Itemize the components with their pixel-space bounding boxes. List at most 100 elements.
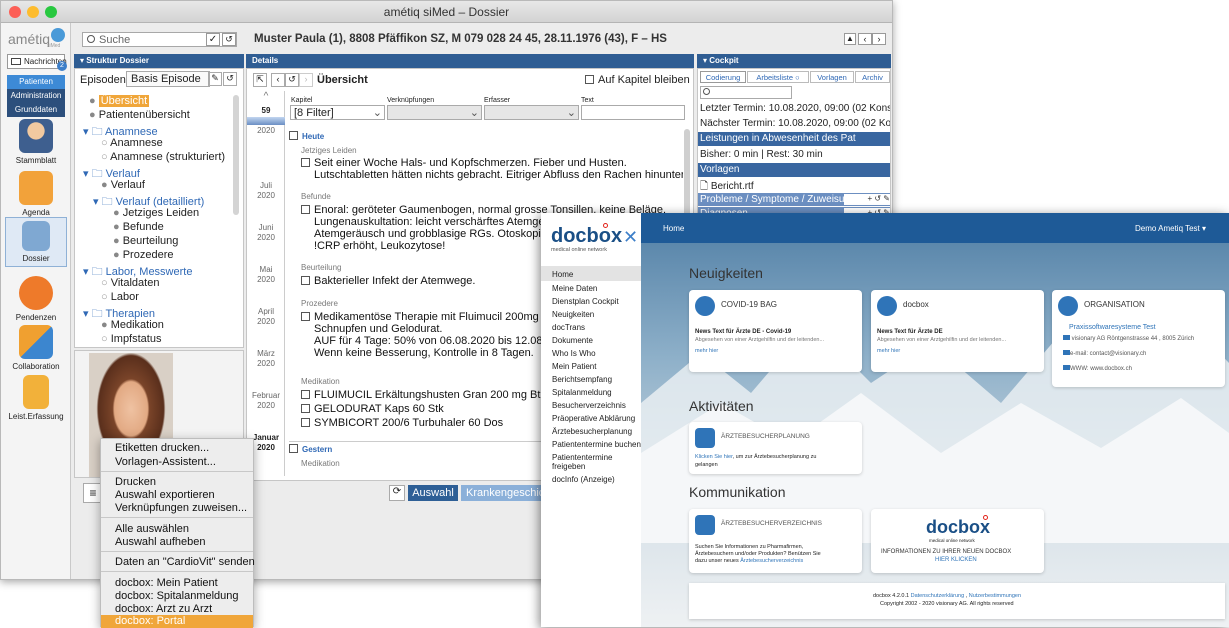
nav-praeop[interactable]: Präoperative Abklärung [552,414,635,423]
history-icon[interactable]: ↺ [222,33,236,46]
tab-patienten[interactable]: Patienten [7,75,65,89]
medical-history-button[interactable]: Krankengeschich [461,485,541,501]
tab-arbeitsliste[interactable]: Arbeitsliste ○ [747,71,809,83]
user-menu[interactable]: Demo Ametiq Test ▾ [1135,224,1206,233]
zoom-window-icon[interactable] [45,6,57,18]
app-collaboration[interactable]: Collaboration [5,325,67,371]
new-entry-icon[interactable]: ⇱ [253,73,267,87]
edit-icon[interactable]: ✎ [208,72,222,86]
menu-item-assign-links[interactable]: Verknüpfungen zuweisen... [115,502,247,514]
org-name[interactable]: Praxissoftwaresysteme Test [1069,324,1156,331]
section-today[interactable]: Heute [289,131,324,141]
close-window-icon[interactable] [9,6,21,18]
back-button[interactable]: ‹ [271,73,285,87]
tree-item-medikation[interactable]: ● Medikation [101,319,164,331]
forward-button[interactable]: › [299,73,313,87]
nav-termine-buchen[interactable]: Patiententermine buchen [552,440,641,449]
tree-item-prozedere[interactable]: ● Prozedere [113,249,173,261]
history-icon[interactable]: ↺ [223,72,237,86]
menu-item-docbox-hospital[interactable]: docbox: Spitalanmeldung [115,590,239,602]
menu-item-docbox-doctor[interactable]: docbox: Arzt zu Arzt [115,603,212,615]
app-dossier[interactable]: Dossier [5,217,67,267]
menu-item-deselect[interactable]: Auswahl aufheben [115,536,206,548]
card-planning[interactable]: ÄRZTEBESUCHERPLANUNG Klicken Sie hier, u… [689,422,862,474]
tab-codierung[interactable]: Codierung [700,71,746,83]
tree-item-beurteilung[interactable]: ● Beurteilung [113,235,178,247]
nav-meine-daten[interactable]: Meine Daten [552,284,597,293]
author-filter[interactable]: ⌄ [484,105,579,120]
problems-actions[interactable]: + ↺ ✎ [844,194,890,205]
tree-item-verlauf[interactable]: ● Verlauf [101,179,145,191]
section-yesterday[interactable]: Gestern [289,444,332,454]
tree-item-anamnese-strukturiert[interactable]: ○ Anamnese (strukturiert) [101,151,225,163]
prev-patient-button[interactable]: ‹ [858,33,872,45]
tree-item-befunde[interactable]: ● Befunde [113,221,164,233]
links-filter[interactable]: ⌄ [387,105,482,120]
tree-item-uebersicht[interactable]: ● Übersicht [89,95,150,107]
directory-link[interactable]: Ärztebesucherverzeichnis [740,558,803,564]
minimize-window-icon[interactable] [27,6,39,18]
nav-berichtsempfang[interactable]: Berichtsempfang [552,375,612,384]
privacy-link[interactable]: Datenschutzerklärung [911,593,965,599]
menu-item-select-all[interactable]: Alle auswählen [115,523,189,535]
nav-dokumente[interactable]: Dokumente [552,336,593,345]
nav-mein-patient[interactable]: Mein Patient [552,362,596,371]
tree-item-vitaldaten[interactable]: ○ Vitaldaten [101,277,159,289]
tab-grunddaten[interactable]: Grunddaten [7,103,65,117]
menu-item-docbox-patient[interactable]: docbox: Mein Patient [115,577,218,589]
text-filter[interactable] [581,105,685,120]
close-icon[interactable]: ✕ [623,227,638,248]
tree-item-jetziges-leiden[interactable]: ● Jetziges Leiden [113,207,199,219]
tab-archiv[interactable]: Archiv [855,71,890,83]
nav-home[interactable]: Home [552,270,573,279]
more-link[interactable]: mehr hier [695,348,718,354]
menu-item-template-assistant[interactable]: Vorlagen-Assistent... [115,456,216,468]
nav-dienstplan[interactable]: Dienstplan Cockpit [552,297,619,306]
timeline[interactable]: ^ 59 2020 Juli 2020 Juni 2020 Mai 2020 A… [247,91,285,476]
entry-row[interactable]: Bakterieller Infekt der Atemwege. [301,275,475,287]
tree-item-anamnese[interactable]: ○ Anamnese [101,137,163,149]
nav-doctrans[interactable]: docTrans [552,323,585,332]
menu-item-docbox-portal[interactable]: docbox: Portal [101,615,253,628]
menu-item-print[interactable]: Drucken [115,476,156,488]
tree-scrollbar[interactable] [233,95,239,215]
org-mail[interactable]: e-mail: contact@visionary.ch [1063,350,1146,357]
cockpit-search-input[interactable] [700,86,792,99]
tab-vorlagen[interactable]: Vorlagen [810,71,854,83]
history-icon[interactable]: ↺ [285,73,299,87]
menu-item-cardiovit[interactable]: Daten an "CardioVit" senden [115,556,255,568]
app-stammblatt[interactable]: Stammblatt [5,119,67,165]
nav-besucherverzeichnis[interactable]: Besucherverzeichnis [552,401,626,410]
card-directory[interactable]: ÄRZTEBESUCHERVERZEICHNIS Suchen Sie Info… [689,509,862,573]
lock-icon[interactable]: ▲ [844,33,856,45]
more-link[interactable]: mehr hier [877,348,900,354]
entry-row[interactable]: GELODURAT Kaps 60 Stk [301,403,444,415]
entry-row[interactable]: SYMBICORT 200/6 Turbuhaler 60 Dos [301,417,503,429]
nav-aerztebesucherplanung[interactable]: Ärztebesucherplanung [552,427,632,436]
nav-who-is-who[interactable]: Who Is Who [552,349,596,358]
app-leist-erfassung[interactable]: Leist.Erfassung [5,375,67,421]
card-docbox-news[interactable]: docbox News Text für Ärzte DE Abgesehen … [871,290,1044,372]
org-web[interactable]: WWW: www.docbox.ch [1063,365,1132,372]
app-pendenzen[interactable]: Pendenzen [5,276,67,322]
menu-item-export[interactable]: Auswahl exportieren [115,489,215,501]
chapter-filter[interactable]: [8 Filter] ⌄ [290,105,385,120]
app-agenda[interactable]: Agenda [5,171,67,217]
select-button[interactable]: Auswahl [408,485,458,501]
plan-link[interactable]: Klicken Sie hier [695,454,733,460]
refresh-icon[interactable]: ⟳ [389,485,405,501]
check-button[interactable]: ✓ [206,33,220,46]
tree-item-labor[interactable]: ○ Labor [101,291,139,303]
menu-item-print-labels[interactable]: Etiketten drucken... [115,442,209,454]
next-patient-button[interactable]: › [872,33,886,45]
tree-item-impfstatus[interactable]: ○ Impfstatus [101,333,161,345]
nav-termine-freigeben[interactable]: Patiententermine freigeben [552,453,632,471]
entry-row[interactable]: Seit einer Woche Hals- und Kopfschmerzen… [301,157,627,169]
card-new-docbox[interactable]: docbox medical online network INFORMATIO… [871,509,1044,573]
stay-on-chapter-checkbox[interactable]: Auf Kapitel bleiben [585,74,690,86]
nav-neuigkeiten[interactable]: Neuigkeiten [552,310,594,319]
nav-docinfo[interactable]: docInfo (Anzeige) [552,475,615,484]
tree-item-patientenuebersicht[interactable]: ● Patientenübersicht [89,109,190,121]
new-docbox-link[interactable]: HIER KLICKEN [935,557,977,563]
tab-administration[interactable]: Administration [7,89,65,103]
